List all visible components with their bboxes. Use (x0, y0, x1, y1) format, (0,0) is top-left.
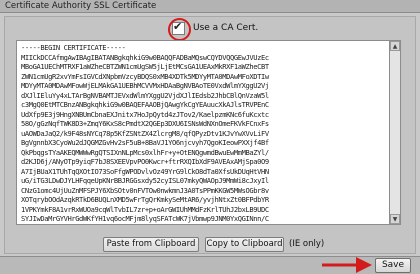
paste-from-clipboard-button[interactable]: Paste from Clipboard (103, 237, 199, 252)
scroll-down-icon[interactable]: ▼ (390, 214, 400, 224)
ie-only-note: (IE only) (289, 239, 325, 249)
use-ca-cert-row: ✔ Use a CA Cert. (168, 17, 259, 41)
arrow-right-icon (322, 257, 372, 273)
certificate-scrollbar[interactable]: ▲ ▼ (390, 40, 401, 225)
copy-to-clipboard-button[interactable]: Copy to Clipboard (205, 237, 284, 252)
window-title: Certificate Authority SSL Certificate (0, 0, 420, 13)
highlight-circle (168, 17, 191, 41)
scroll-up-icon[interactable]: ▲ (390, 41, 400, 51)
use-ca-cert-checkbox[interactable]: ✔ (168, 17, 191, 41)
save-button[interactable]: Save (375, 258, 411, 273)
use-ca-cert-label: Use a CA Cert. (193, 23, 259, 33)
certificate-textarea[interactable]: -----BEGIN CERTIFICATE----- MIICkDCCAfmg… (16, 40, 390, 225)
